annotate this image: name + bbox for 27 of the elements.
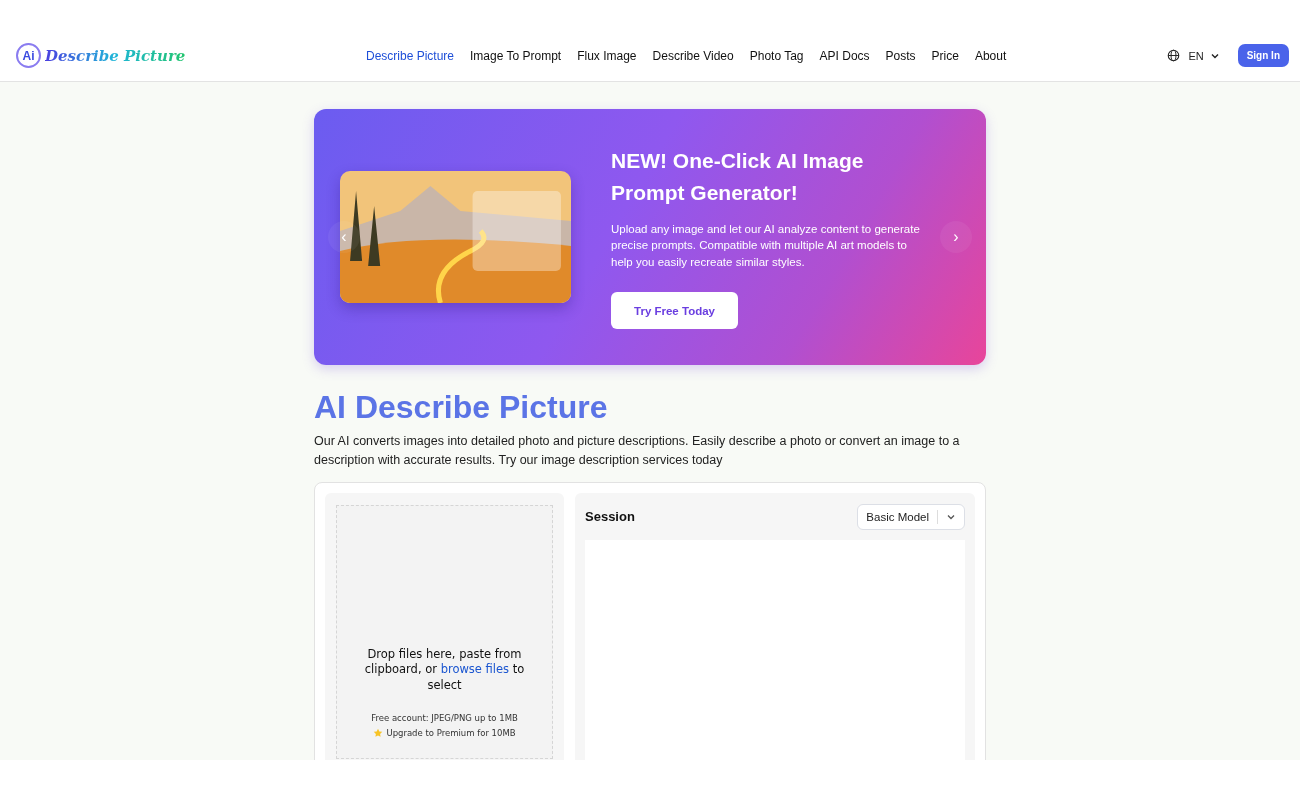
nav-link[interactable]: Image To Prompt <box>470 48 562 63</box>
banner-description: Upload any image and let our AI analyze content to generate precise prompts. Compatible with multiple AI art models to help you easily recreate similar styles. <box>611 221 920 270</box>
try-free-button[interactable]: Try Free Today <box>611 292 738 330</box>
nav-link[interactable]: API Docs <box>819 48 870 63</box>
file-limit-text: Free account: JPEG/PNG up to 1MB <box>371 713 518 723</box>
nav-link[interactable]: Price <box>931 48 959 63</box>
nav-link[interactable]: Photo Tag <box>749 48 804 63</box>
next-slide-button[interactable]: › <box>940 221 972 253</box>
language-selector[interactable]: EN <box>1188 49 1204 62</box>
globe-icon[interactable] <box>1167 49 1181 62</box>
upgrade-text: Upgrade to Premium for 10MB <box>386 728 516 738</box>
nav-link[interactable]: Describe Video <box>652 48 734 63</box>
nav-link[interactable]: Flux Image <box>577 48 637 63</box>
browse-files-link[interactable]: browse files <box>440 662 510 676</box>
intro-text: Our AI converts images into detailed photo and picture descriptions. Easily describe a photo or convert an image to a description with accurate results. Try our image description services today <box>314 433 961 469</box>
page-heading: AI Describe Picture <box>314 389 609 426</box>
model-dropdown[interactable]: Basic Model <box>857 503 965 530</box>
nav-link[interactable]: Posts <box>885 48 916 63</box>
drop-instructions: Drop files here, paste from clipboard, or browse files to select <box>363 646 526 693</box>
sign-in-button[interactable]: Sign In <box>1237 44 1289 67</box>
logo-mark[interactable]: Ai <box>16 43 41 68</box>
session-title: Session <box>585 509 635 524</box>
nav-link[interactable]: Describe Picture <box>366 48 455 63</box>
drop-zone[interactable]: Drop files here, paste from clipboard, or browse files to select Free account: JPEG/PNG up to 1MB Upgrade to Premium for 10MB <box>336 505 553 759</box>
star-icon <box>373 728 384 738</box>
banner-title: NEW! One-Click AI Image Prompt Generator! <box>611 147 865 206</box>
nav-link[interactable]: About <box>974 48 1007 63</box>
